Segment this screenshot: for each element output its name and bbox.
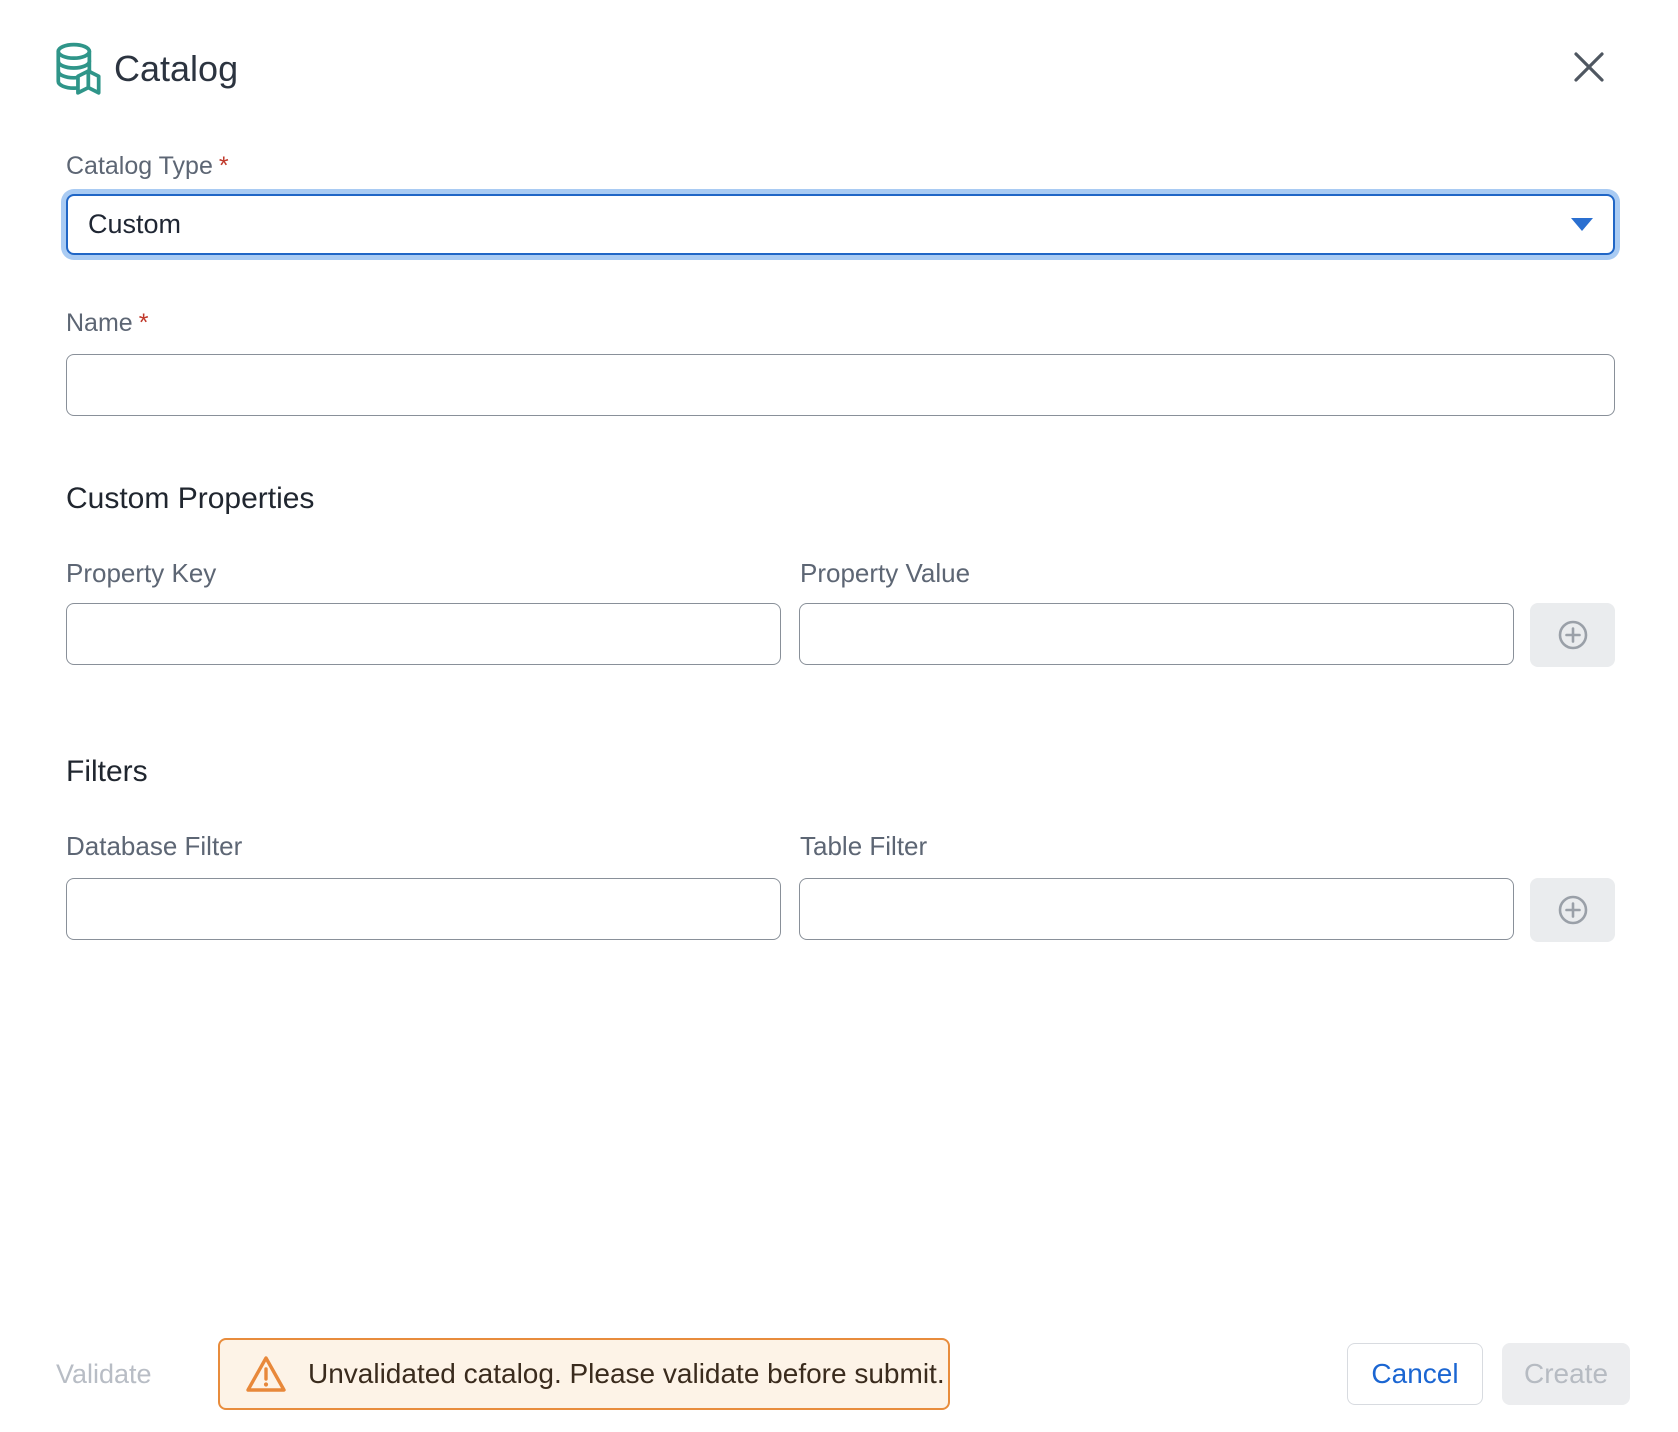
- validation-warning-banner: Unvalidated catalog. Please validate bef…: [218, 1338, 950, 1410]
- footer-actions: Cancel Create: [1347, 1343, 1630, 1405]
- custom-properties-input-row: [66, 603, 1615, 667]
- database-filter-label: Database Filter: [66, 831, 782, 862]
- catalog-type-label-text: Catalog Type: [66, 152, 213, 180]
- catalog-dialog: { "dialog": { "title": "Catalog" }, "fie…: [0, 0, 1678, 1432]
- dialog-title: Catalog: [114, 48, 238, 90]
- table-filter-label: Table Filter: [800, 831, 1516, 862]
- catalog-type-select[interactable]: Custom: [66, 194, 1615, 255]
- close-icon: [1572, 50, 1606, 84]
- dialog-header: Catalog: [52, 40, 1615, 98]
- name-input[interactable]: [66, 354, 1615, 416]
- chevron-down-icon: [1571, 218, 1593, 231]
- create-button[interactable]: Create: [1502, 1343, 1630, 1405]
- warning-message: Unvalidated catalog. Please validate bef…: [308, 1358, 945, 1390]
- cancel-button[interactable]: Cancel: [1347, 1343, 1483, 1405]
- circle-plus-icon: [1557, 619, 1589, 651]
- name-label-text: Name: [66, 309, 133, 337]
- catalog-type-label: Catalog Type*: [66, 152, 1615, 181]
- property-key-input[interactable]: [66, 603, 781, 665]
- add-property-button[interactable]: [1530, 603, 1615, 667]
- filters-label-row: Database Filter Table Filter: [66, 831, 1615, 862]
- circle-plus-icon: [1557, 894, 1589, 926]
- database-filter-input[interactable]: [66, 878, 781, 940]
- custom-properties-heading: Custom Properties: [66, 482, 1615, 516]
- catalog-type-selected-value: Custom: [88, 209, 181, 240]
- dialog-content: Catalog Catalog Type* Custom Name* Custo…: [66, 40, 1615, 942]
- dialog-footer: Validate Unvalidated catalog. Please val…: [0, 1338, 1678, 1410]
- property-key-label: Property Key: [66, 558, 782, 589]
- add-filter-button[interactable]: [1530, 878, 1615, 942]
- custom-properties-label-row: Property Key Property Value: [66, 558, 1615, 589]
- filters-input-row: [66, 878, 1615, 942]
- close-button[interactable]: [1569, 48, 1609, 88]
- validate-button[interactable]: Validate: [56, 1338, 152, 1410]
- property-value-input[interactable]: [799, 603, 1514, 665]
- warning-triangle-icon: [244, 1353, 288, 1395]
- database-book-icon: [52, 40, 106, 98]
- property-value-label: Property Value: [800, 558, 1516, 589]
- filters-heading: Filters: [66, 755, 1615, 789]
- required-marker: *: [219, 152, 229, 180]
- table-filter-input[interactable]: [799, 878, 1514, 940]
- required-marker: *: [139, 309, 149, 337]
- name-label: Name*: [66, 309, 1615, 338]
